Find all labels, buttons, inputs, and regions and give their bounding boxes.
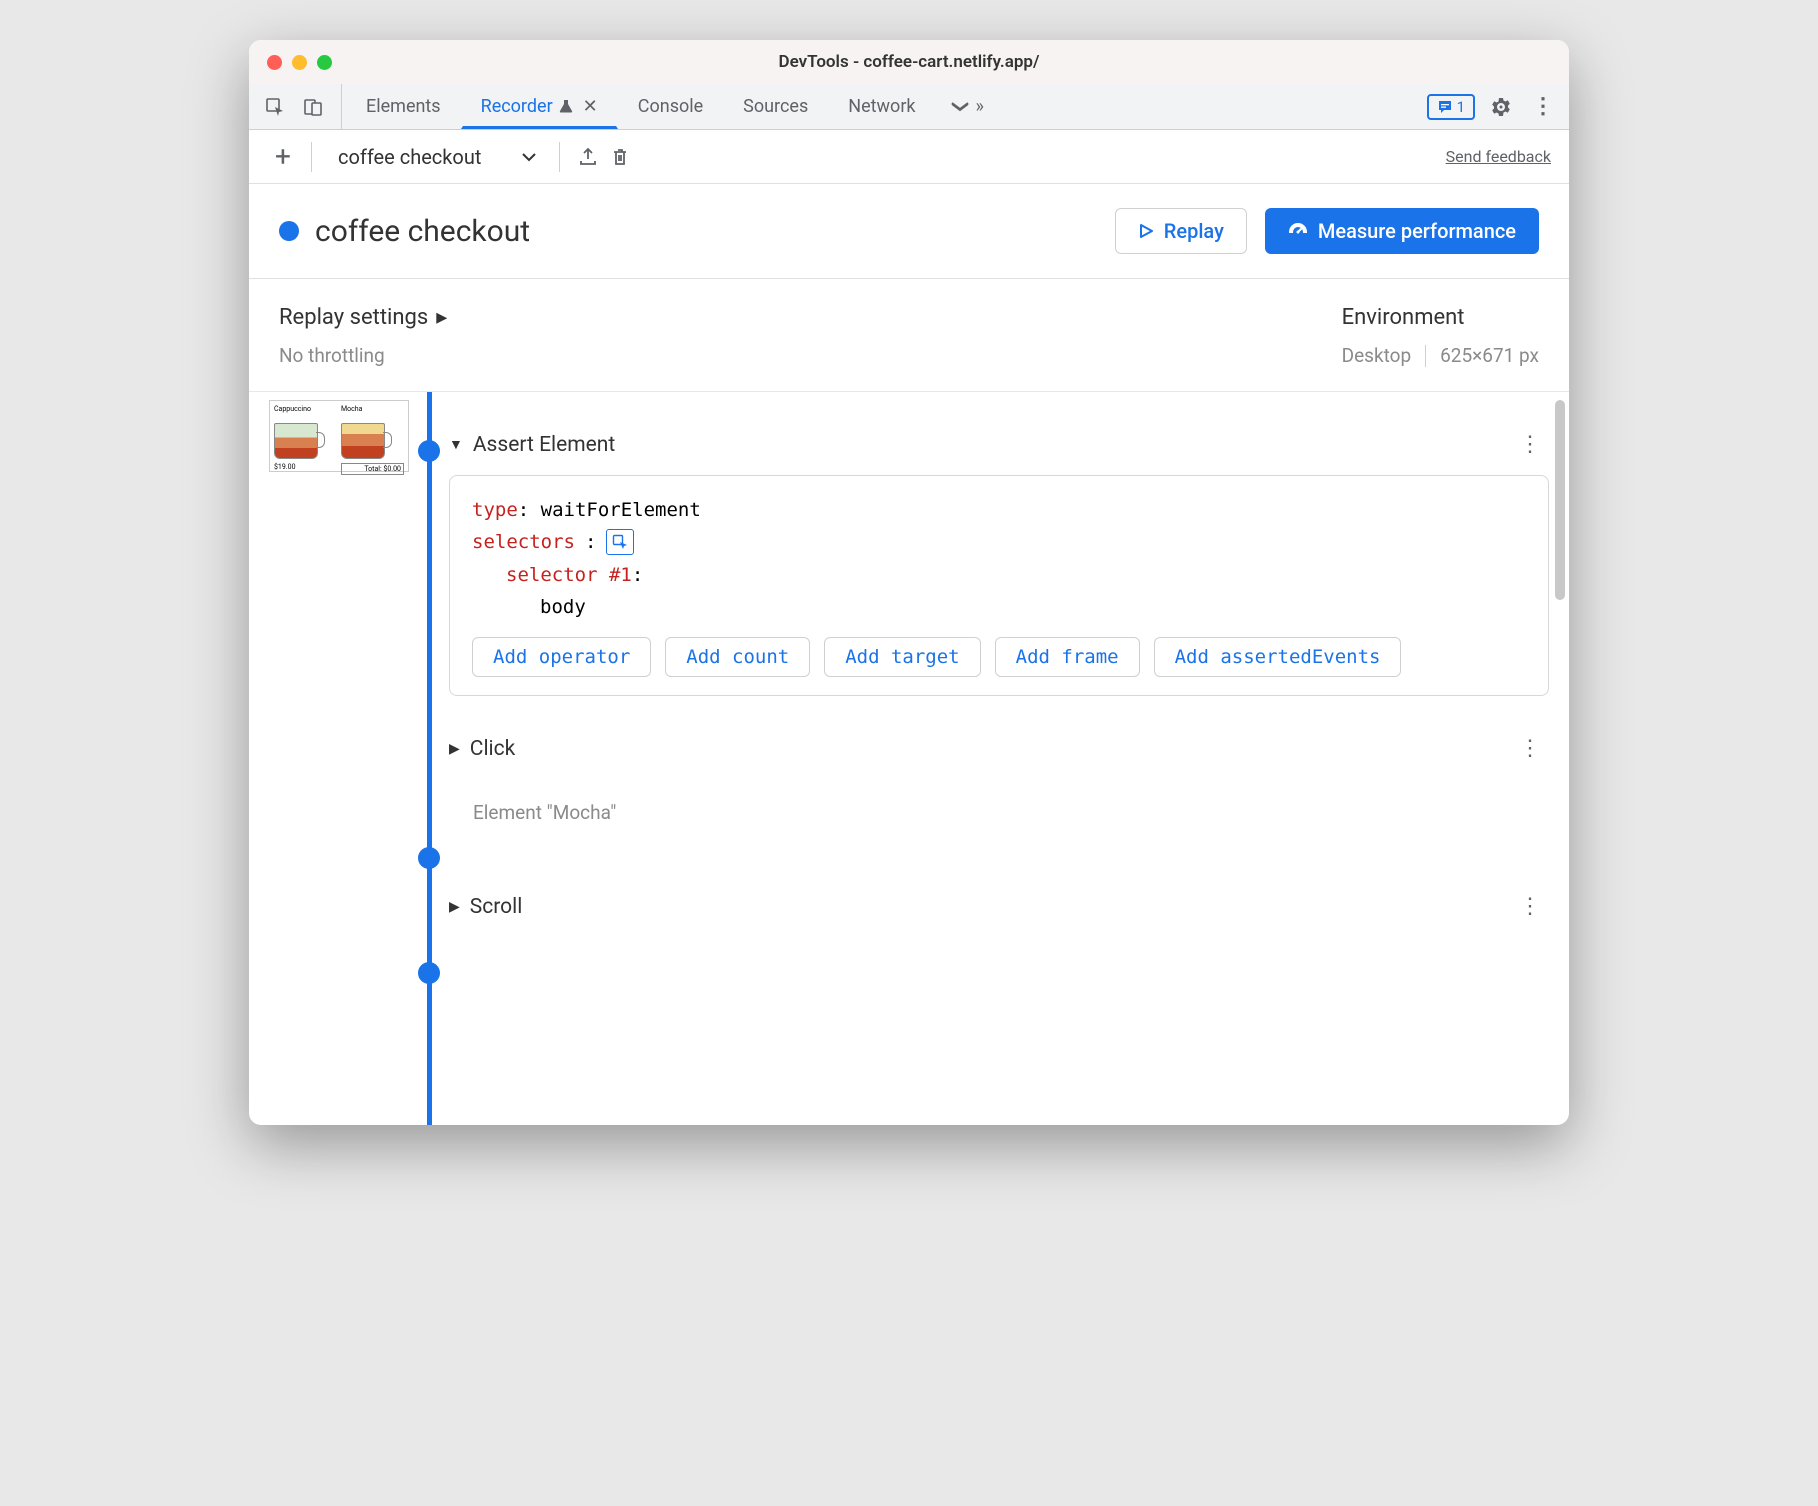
devtools-window: DevTools - coffee-cart.netlify.app/ Elem… [249, 40, 1569, 1125]
tab-sources[interactable]: Sources [723, 84, 828, 129]
add-asserted-events-button[interactable]: Add assertedEvents [1154, 637, 1402, 677]
throttling-value: No throttling [279, 344, 447, 367]
close-window-button[interactable] [267, 55, 282, 70]
device-toolbar-icon[interactable] [297, 91, 329, 123]
tab-network[interactable]: Network [828, 84, 935, 129]
step-title: Assert Element [473, 433, 615, 457]
screenshot-column: Cappuccino $19.00 Mocha Total: $0.00 [249, 392, 409, 1125]
step-title: Scroll [470, 895, 523, 919]
step-screenshot[interactable]: Cappuccino $19.00 Mocha Total: $0.00 [269, 400, 409, 472]
divider [1425, 345, 1426, 367]
settings-icon[interactable] [1485, 91, 1517, 123]
minimize-window-button[interactable] [292, 55, 307, 70]
more-menu-icon[interactable]: ⋮ [1527, 91, 1559, 123]
step-more-icon[interactable]: ⋮ [1519, 736, 1549, 761]
chevron-down-icon [521, 152, 537, 162]
devtools-tabbar: Elements Recorder ✕ Console Sources Netw… [249, 84, 1569, 130]
step-assert-body: type: waitForElement selectors: selector… [449, 475, 1549, 696]
inspect-element-icon[interactable] [259, 91, 291, 123]
collapse-icon: ▼ [449, 436, 463, 453]
timeline-dot [418, 440, 440, 462]
more-tabs-icon[interactable]: » [936, 84, 998, 129]
measure-performance-button[interactable]: Measure performance [1265, 208, 1539, 254]
divider [559, 142, 560, 172]
timeline-line [409, 392, 449, 1125]
step-title: Click [470, 737, 516, 761]
delete-button[interactable] [604, 141, 636, 173]
code-key: selectors [472, 526, 575, 558]
tab-recorder-label: Recorder [481, 96, 553, 117]
recording-header: coffee checkout Replay Measure performan… [249, 184, 1569, 279]
window-title: DevTools - coffee-cart.netlify.app/ [249, 52, 1569, 72]
thumb-total: Total: $0.00 [341, 463, 404, 475]
expand-icon: ▶ [449, 899, 460, 915]
recorder-toolbar: + coffee checkout Send feedback [249, 130, 1569, 184]
add-target-button[interactable]: Add target [824, 637, 980, 677]
code-key: selector #1 [506, 564, 632, 586]
issues-button[interactable]: 1 [1427, 94, 1475, 120]
code-key: type [472, 499, 518, 521]
issues-count: 1 [1457, 98, 1465, 116]
recording-status-dot [279, 221, 299, 241]
divider [311, 142, 312, 172]
settings-row: Replay settings ▸ No throttling Environm… [249, 279, 1569, 392]
new-recording-button[interactable]: + [267, 141, 299, 173]
step-assert-header[interactable]: ▼ Assert Element ⋮ [449, 432, 1549, 457]
step-more-icon[interactable]: ⋮ [1519, 894, 1549, 919]
add-count-button[interactable]: Add count [665, 637, 810, 677]
expand-icon: ▶ [449, 741, 460, 757]
step-scroll-header[interactable]: ▶ Scroll ⋮ [449, 894, 1549, 919]
chat-icon [1437, 99, 1453, 115]
code-val: waitForElement [541, 499, 701, 521]
timeline-content: Cappuccino $19.00 Mocha Total: $0.00 [249, 392, 1569, 1125]
code-val: body [540, 596, 586, 618]
flask-icon [559, 99, 573, 113]
scrollbar[interactable] [1555, 400, 1565, 600]
close-tab-icon[interactable]: ✕ [583, 96, 598, 117]
timeline-dot [418, 962, 440, 984]
play-icon [1138, 223, 1154, 239]
device-value: Desktop [1342, 344, 1412, 367]
replay-label: Replay [1164, 219, 1224, 243]
chevron-right-icon: ▸ [436, 305, 447, 330]
viewport-value: 625×671 px [1440, 344, 1539, 367]
replay-button[interactable]: Replay [1115, 208, 1247, 254]
measure-label: Measure performance [1318, 219, 1516, 243]
recording-title: coffee checkout [315, 214, 530, 249]
add-operator-button[interactable]: Add operator [472, 637, 651, 677]
recording-name: coffee checkout [338, 145, 481, 169]
send-feedback-link[interactable]: Send feedback [1446, 147, 1551, 166]
timeline-dot [418, 847, 440, 869]
maximize-window-button[interactable] [317, 55, 332, 70]
add-frame-button[interactable]: Add frame [995, 637, 1140, 677]
recording-selector[interactable]: coffee checkout [338, 145, 537, 169]
tab-elements[interactable]: Elements [346, 84, 461, 129]
titlebar: DevTools - coffee-cart.netlify.app/ [249, 40, 1569, 84]
gauge-icon [1288, 221, 1308, 241]
replay-settings-label: Replay settings [279, 305, 428, 330]
step-click-header[interactable]: ▶ Click ⋮ [449, 736, 1549, 761]
element-picker-button[interactable] [606, 529, 634, 555]
export-button[interactable] [572, 141, 604, 173]
replay-settings-toggle[interactable]: Replay settings ▸ [279, 305, 447, 330]
environment-label: Environment [1342, 305, 1539, 330]
step-click-subtitle: Element "Mocha" [473, 801, 1549, 824]
step-more-icon[interactable]: ⋮ [1519, 432, 1549, 457]
tab-console[interactable]: Console [618, 84, 723, 129]
tab-recorder[interactable]: Recorder ✕ [461, 84, 618, 129]
traffic-lights [267, 55, 332, 70]
